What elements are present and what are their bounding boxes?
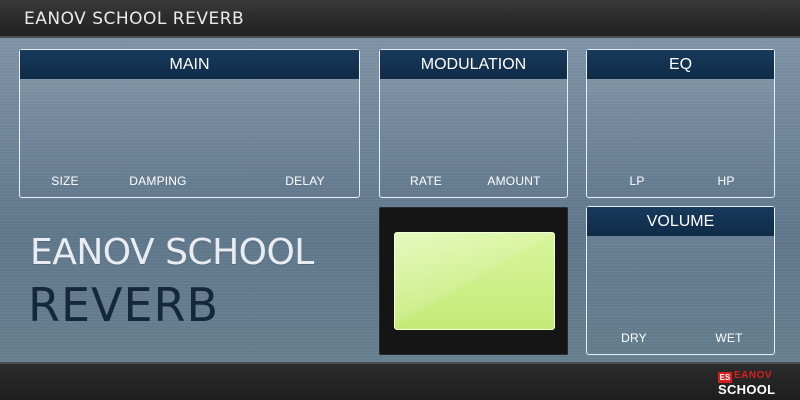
lp-knob-label: LP (629, 174, 645, 188)
logo-top-text: EANOV (734, 370, 773, 381)
title-bar: EANOV SCHOOL REVERB (0, 0, 800, 38)
hp-knob-label: HP (717, 174, 735, 188)
damping-knob-label: DAMPING (129, 174, 187, 188)
dry-knob-label: DRY (621, 331, 647, 345)
volume-section: VOLUME DRY WET (586, 206, 775, 355)
size-knob-label: SIZE (51, 174, 79, 188)
amount-knob-label: AMOUNT (487, 174, 541, 188)
logo-bottom-text: SCHOOL (718, 382, 776, 397)
modulation-section-header: MODULATION (380, 50, 567, 79)
main-section-header: MAIN (20, 50, 359, 79)
delay-knob-label: DELAY (285, 174, 325, 188)
volume-section-header: VOLUME (587, 207, 774, 236)
eq-section-header: EQ (587, 50, 774, 79)
plugin-panel: MAIN SIZE DAMPING DELAY MODULATION RATE … (0, 38, 800, 362)
display-frame (379, 207, 568, 355)
display-screen[interactable] (394, 232, 555, 330)
wet-knob-label: WET (715, 331, 743, 345)
main-section: MAIN SIZE DAMPING DELAY (19, 49, 360, 198)
eq-section: EQ LP HP (586, 49, 775, 198)
brand-name: EANOV SCHOOL (30, 232, 314, 273)
window-title: EANOV SCHOOL REVERB (24, 9, 245, 29)
product-name: REVERB (28, 278, 220, 332)
rate-knob-label: RATE (410, 174, 442, 188)
eanov-school-logo: ES EANOV SCHOOL (718, 370, 776, 397)
footer-bar: ES EANOV SCHOOL (0, 362, 800, 400)
modulation-section: MODULATION RATE AMOUNT (379, 49, 568, 198)
